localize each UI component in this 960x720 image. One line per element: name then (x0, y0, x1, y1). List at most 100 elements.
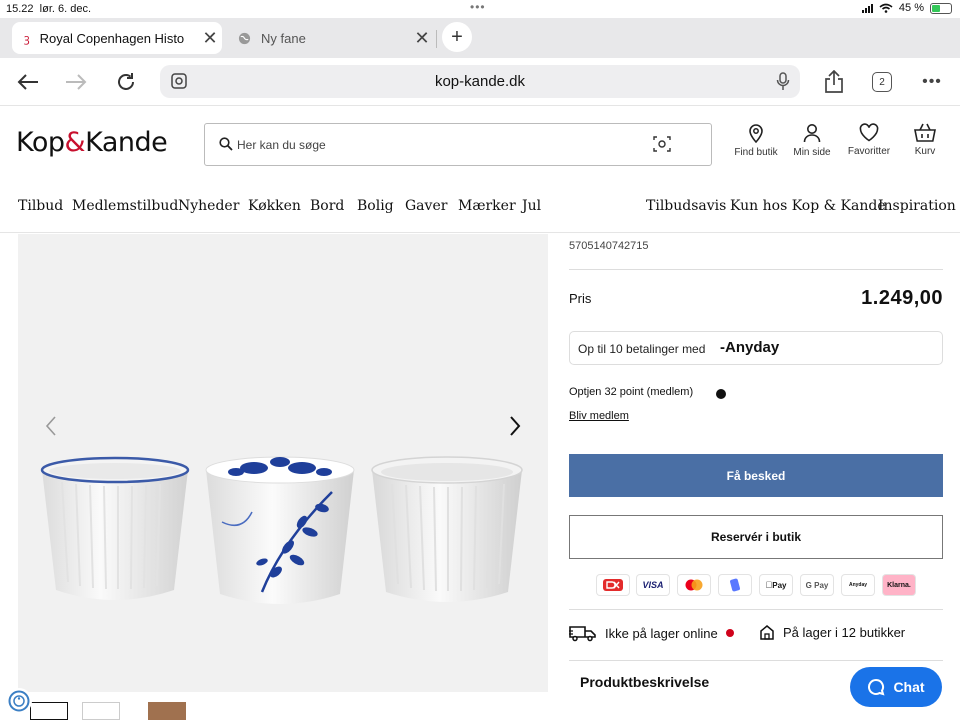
price-label: Pris (569, 291, 592, 306)
nav-nyheder[interactable]: Nyheder (178, 198, 239, 214)
google-pay-icon: G Pay (801, 575, 833, 595)
thumbnail[interactable] (148, 702, 186, 720)
anyday-pay-icon: Anyday (842, 575, 874, 595)
site-header: Kop&Kande Find butik Min side Favoritter (0, 107, 960, 233)
online-stock-text: Ikke på lager online (605, 625, 718, 641)
wifi-icon (879, 3, 893, 13)
thumbnail[interactable] (30, 702, 68, 720)
nav-koekken[interactable]: Køkken (248, 198, 301, 214)
tab-bar: ꝫ Royal Copenhagen Histo ✕ Ny fane ✕ + (0, 18, 960, 58)
nav-tilbudsavis[interactable]: Tilbudsavis (646, 198, 726, 214)
more-icon: ••• (922, 73, 942, 90)
product-description-heading[interactable]: Produktbeskrivelse (580, 674, 709, 690)
tab-title: Royal Copenhagen Histo (39, 30, 185, 46)
arrow-left-icon (17, 74, 38, 90)
nav-gaver[interactable]: Gaver (405, 198, 447, 214)
thumbnail-strip (30, 702, 230, 720)
tab-count: 2 (872, 72, 892, 92)
dankort-icon (597, 575, 629, 595)
product-price: 1.249,00 (861, 287, 943, 309)
divider (569, 269, 943, 270)
points-text: Optjen 32 point (medlem) (569, 386, 694, 398)
back-button[interactable] (14, 68, 42, 96)
product-image-cup-blue-fluted (205, 456, 355, 604)
tab-royal-copenhagen[interactable]: ꝫ Royal Copenhagen Histo ✕ (12, 22, 222, 54)
my-page-label: Min side (793, 147, 831, 158)
image-search-icon[interactable] (653, 135, 671, 158)
search-icon[interactable] (219, 137, 233, 156)
search-box (204, 123, 712, 166)
favorites-link[interactable]: Favoritter (839, 123, 899, 157)
next-image-icon[interactable] (508, 415, 522, 437)
address-bar[interactable]: kop-kande.dk (160, 65, 800, 98)
out-of-stock-dot (725, 629, 734, 637)
globe-icon (238, 32, 251, 44)
search-input[interactable] (237, 134, 637, 156)
browser-window: 15.22 lør. 6. dec. ••• 45 % ꝫ Royal Cope… (0, 0, 960, 720)
favorites-label: Favoritter (847, 146, 891, 157)
nav-tilbud[interactable]: Tilbud (18, 198, 63, 214)
mobilepay-icon (719, 575, 751, 595)
close-tab-icon[interactable]: ✕ (410, 28, 434, 49)
find-store-label: Find butik (734, 147, 778, 158)
delivery-truck-icon (569, 626, 596, 642)
anyday-installment-banner[interactable]: Op til 10 betalinger med -Anyday (569, 331, 943, 365)
store-icon (760, 625, 774, 640)
anyday-logo: -Anyday (720, 339, 780, 356)
site-logo[interactable]: Kop&Kande (16, 127, 168, 158)
basket-link[interactable]: Kurv (895, 123, 955, 157)
tab-title: Ny fane (261, 30, 306, 46)
more-menu-button[interactable]: ••• (918, 68, 946, 96)
share-button[interactable] (820, 68, 848, 96)
browser-toolbar: kop-kande.dk 2 ••• (0, 58, 960, 106)
store-stock-status[interactable]: På lager i 12 butikker (759, 624, 905, 640)
arrow-right-icon (66, 74, 87, 90)
nav-medlemstilbud[interactable]: Medlemstilbud (72, 198, 178, 214)
my-page-link[interactable]: Min side (782, 123, 842, 158)
reload-button[interactable] (112, 68, 140, 96)
forward-button[interactable] (62, 68, 90, 96)
nav-inspiration[interactable]: Inspiration (878, 198, 956, 214)
favicon-icon: ꝫ (24, 32, 30, 45)
share-icon (825, 70, 843, 93)
reload-icon (118, 73, 134, 90)
new-tab-button[interactable]: + (442, 22, 472, 52)
tab-new[interactable]: Ny fane ✕ (228, 22, 434, 54)
previous-image-icon[interactable] (44, 415, 58, 437)
accessibility-button[interactable] (6, 688, 32, 714)
reserve-in-store-button[interactable]: Reservér i butik (569, 515, 943, 559)
basket-label: Kurv (914, 146, 936, 157)
tab-divider (436, 30, 437, 48)
url-text: kop-kande.dk (434, 73, 526, 90)
store-stock-text: På lager i 12 butikker (783, 624, 906, 640)
nav-kun-hos[interactable]: Kun hos Kop & Kande (730, 198, 886, 214)
anyday-text: Op til 10 betalinger med (578, 342, 706, 356)
info-dot-icon[interactable] (716, 389, 726, 399)
multitask-dots-icon[interactable]: ••• (470, 0, 486, 14)
battery-percent: 45 % (898, 2, 924, 14)
chat-label: Chat (893, 679, 925, 695)
accessibility-icon (8, 690, 30, 712)
become-member-link[interactable]: Bliv medlem (569, 410, 629, 422)
nav-bord[interactable]: Bord (310, 198, 344, 214)
nav-maerker[interactable]: Mærker (458, 198, 516, 214)
thumbnail[interactable] (82, 702, 120, 720)
nav-bolig[interactable]: Bolig (357, 198, 394, 214)
cellular-signal-icon (861, 3, 873, 13)
microphone-icon[interactable] (776, 72, 790, 96)
chat-button[interactable]: Chat (850, 667, 942, 707)
apple-pay-icon: Pay (760, 575, 792, 595)
payment-methods: VISA Pay G Pay Anyday Klarna. (597, 575, 917, 595)
notify-me-button[interactable]: Få besked (569, 454, 943, 497)
tab-overview-button[interactable]: 2 (868, 68, 896, 96)
divider (569, 609, 943, 610)
find-store-link[interactable]: Find butik (726, 123, 786, 158)
close-tab-icon[interactable]: ✕ (198, 28, 222, 49)
product-image-cup-white (371, 456, 523, 602)
battery-icon (930, 2, 952, 14)
product-image-gallery (18, 234, 548, 692)
nav-jul[interactable]: Jul (522, 198, 541, 214)
mastercard-icon (678, 575, 710, 595)
user-icon (803, 124, 821, 143)
product-image-cup-blue-rim (40, 456, 190, 600)
